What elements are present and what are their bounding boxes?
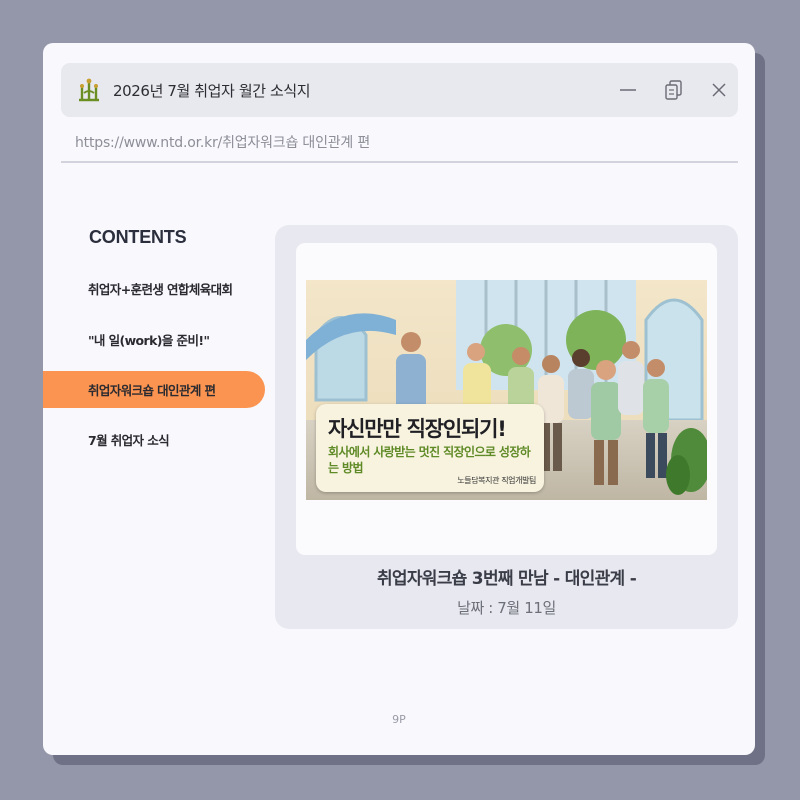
banner-title: 자신만만 직장인되기! [328, 417, 507, 441]
close-icon[interactable] [706, 77, 732, 103]
sidebar-item-prepare-work[interactable]: "내 일(work)을 준비!" [43, 321, 265, 358]
article-date: 날짜 : 7월 11일 [457, 599, 556, 617]
page-number: 9P [392, 713, 406, 726]
contents-heading: CONTENTS [89, 227, 187, 247]
app-window: 2026년 7월 취업자 월간 소식지 https://www.ntd.or.k… [43, 43, 755, 755]
workshop-illustration: 자신만만 직장인되기! 회사에서 사랑받는 멋진 직장인으로 성장하는 방법 노… [306, 280, 707, 500]
restore-icon[interactable] [661, 77, 687, 103]
sidebar-item-sports-day[interactable]: 취업자+훈련생 연합체육대회 [43, 270, 265, 307]
sidebar-item-july-news[interactable]: 7월 취업자 소식 [43, 421, 265, 458]
banner-subtitle: 회사에서 사랑받는 멋진 직장인으로 성장하는 방법 [328, 445, 531, 475]
sidebar-item-workshop-relations[interactable]: 취업자워크숍 대인관계 편 [43, 371, 265, 408]
minimize-icon[interactable] [615, 77, 641, 103]
app-logo-icon [79, 78, 99, 102]
article-title: 취업자워크숍 3번째 만남 - 대인관계 - [376, 569, 637, 589]
address-bar[interactable]: https://www.ntd.or.kr/취업자워크숍 대인관계 편 [61, 117, 738, 163]
article-image-frame: 자신만만 직장인되기! 회사에서 사랑받는 멋진 직장인으로 성장하는 방법 노… [296, 243, 717, 555]
title-bar: 2026년 7월 취업자 월간 소식지 [61, 63, 738, 117]
window-title: 2026년 7월 취업자 월간 소식지 [113, 82, 311, 100]
image-banner: 자신만만 직장인되기! 회사에서 사랑받는 멋진 직장인으로 성장하는 방법 노… [316, 404, 544, 492]
banner-credit: 노들담복지관 직업개발팀 [457, 476, 536, 485]
url-text: https://www.ntd.or.kr/취업자워크숍 대인관계 편 [75, 135, 371, 151]
article-card: 자신만만 직장인되기! 회사에서 사랑받는 멋진 직장인으로 성장하는 방법 노… [275, 225, 738, 629]
